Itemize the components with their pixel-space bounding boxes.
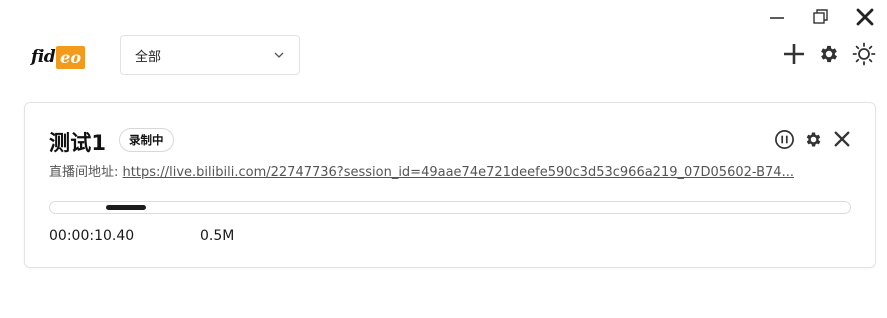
toolbar — [781, 40, 877, 68]
close-icon — [834, 131, 850, 147]
progress-indicator — [106, 205, 146, 210]
status-badge: 录制中 — [119, 128, 174, 152]
gear-icon — [806, 132, 820, 146]
recording-task-card: 测试1 录制中 直播间地址: https://live.bilibili.com… — [24, 102, 876, 268]
add-button[interactable] — [781, 40, 807, 68]
remove-task-button[interactable] — [831, 128, 853, 150]
close-window-button[interactable] — [843, 4, 887, 30]
filter-select[interactable]: 全部 — [120, 35, 300, 75]
add-icon — [784, 44, 804, 64]
sun-icon — [852, 42, 876, 66]
minimize-icon — [770, 17, 784, 19]
stream-address-link[interactable]: https://live.bilibili.com/22747736?sessi… — [123, 165, 794, 180]
stream-address: 直播间地址: https://live.bilibili.com/2274773… — [49, 161, 809, 180]
filter-selected-value: 全部 — [135, 49, 162, 65]
file-size: 0.5M — [200, 228, 235, 244]
logo-text-part1: fid — [31, 47, 56, 67]
theme-toggle-button[interactable] — [851, 40, 877, 68]
recording-progress-bar — [49, 201, 851, 214]
app-logo: fid eo — [31, 43, 86, 71]
elapsed-time: 00:00:10.40 — [49, 228, 135, 244]
restore-button[interactable] — [799, 4, 843, 30]
gear-icon — [821, 45, 837, 63]
restore-icon — [813, 9, 828, 24]
pause-button[interactable] — [773, 128, 795, 150]
minimize-button[interactable] — [755, 4, 799, 30]
task-actions — [773, 128, 853, 150]
chevron-down-icon — [274, 52, 284, 58]
close-icon — [856, 8, 874, 26]
task-title: 测试1 — [49, 131, 107, 155]
stream-address-label: 直播间地址: — [49, 165, 119, 180]
task-settings-button[interactable] — [802, 128, 824, 150]
window-controls — [755, 4, 887, 30]
logo-text-part2: eo — [56, 45, 86, 69]
pause-icon — [774, 129, 794, 149]
settings-button[interactable] — [816, 40, 842, 68]
